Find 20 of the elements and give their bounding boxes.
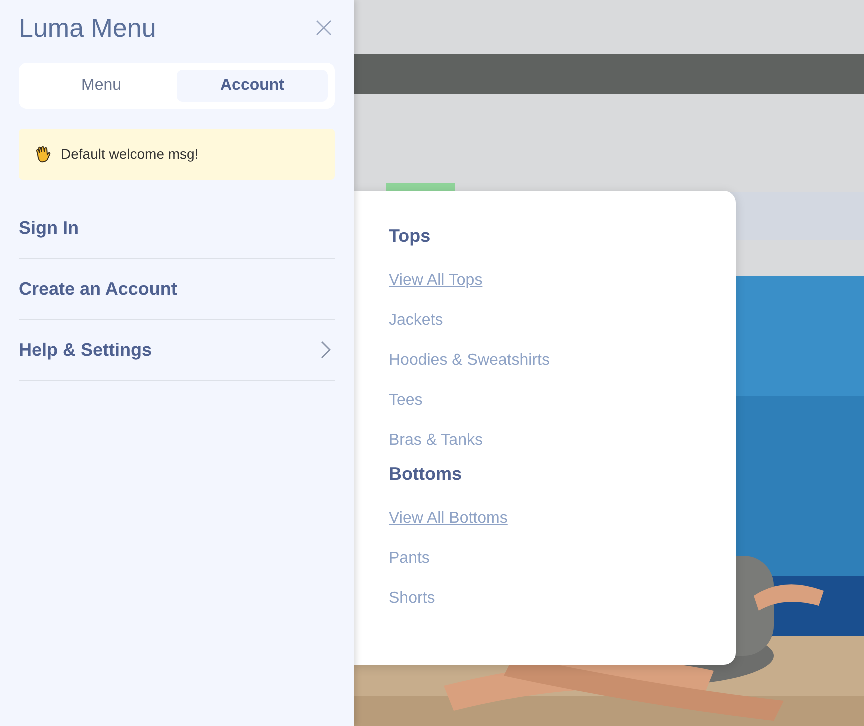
tab[interactable]: Account [177, 70, 328, 102]
account-link[interactable]: Create an Account [19, 259, 335, 320]
category-link[interactable]: Shorts [389, 579, 436, 619]
category-heading: Tops [389, 225, 432, 248]
welcome-message: Default welcome msg! [61, 145, 199, 164]
category-link[interactable]: View All Tops [389, 261, 483, 301]
panel-title: Luma Menu [19, 12, 156, 44]
category-link[interactable]: Jackets [389, 301, 444, 341]
chevron-right-icon [321, 341, 331, 359]
waving-hand-icon [35, 146, 51, 163]
category-link[interactable]: View All Bottoms [389, 499, 508, 539]
account-link[interactable]: Sign In [19, 199, 335, 259]
close-icon[interactable] [316, 20, 332, 36]
tab[interactable]: Menu [26, 70, 177, 102]
category-link[interactable]: Pants [389, 539, 430, 579]
account-link[interactable]: Help & Settings [19, 320, 335, 381]
category-link[interactable]: Tees [389, 381, 423, 421]
category-heading: Bottoms [389, 463, 463, 486]
category-link[interactable]: Hoodies & Sweatshirts [389, 341, 550, 381]
category-link[interactable]: Bras & Tanks [389, 421, 483, 461]
